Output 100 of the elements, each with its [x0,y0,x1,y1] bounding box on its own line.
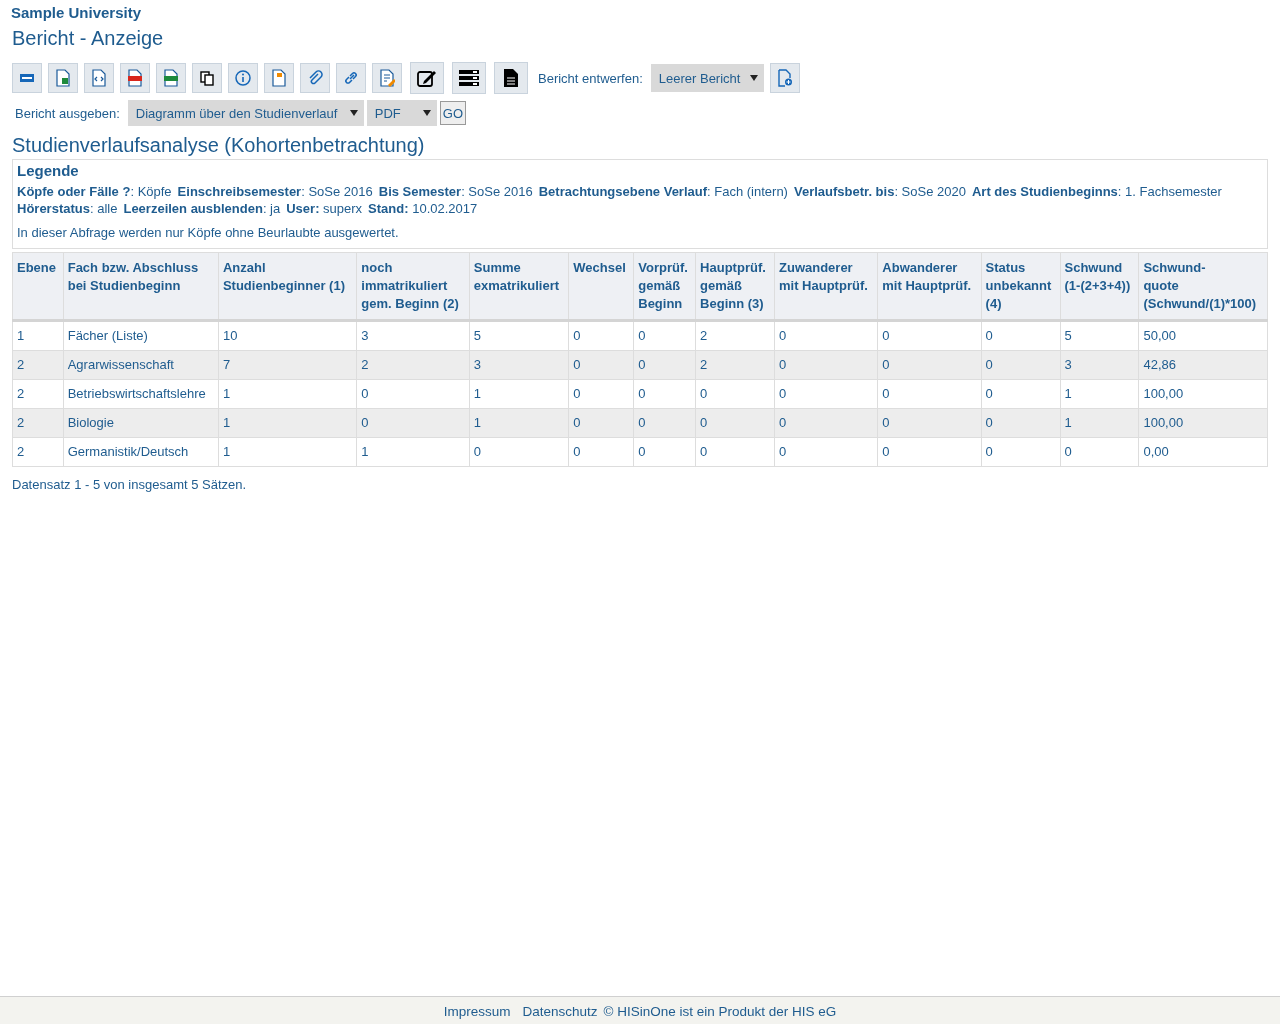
table-cell: 1 [1060,379,1139,409]
table-cell: 2 [12,350,64,380]
table-cell: 3 [356,320,470,351]
column-header: Status unbekannt (4) [981,252,1060,321]
table-cell: 10 [218,320,357,351]
table-cell: 1 [218,379,357,409]
table-cell: 0 [356,379,470,409]
caret-icon [349,110,358,116]
design-dropdown[interactable]: Leerer Bericht [650,64,765,92]
table-cell: Agrarwissenschaft [63,350,219,380]
document-icon [503,68,519,88]
add-document-icon [777,69,794,87]
toolbar-button[interactable] [410,62,444,94]
format-dropdown[interactable]: PDF [366,100,437,126]
table-cell: 2 [695,350,775,380]
table-cell: 0 [774,350,878,380]
spreadsheet-file-icon [55,69,71,87]
legend-entry: Leerzeilen ausblenden: ja [123,201,281,216]
paperclip-icon [307,70,323,86]
table-cell: 0 [774,408,878,438]
legend-entry: Hörerstatus: alle [17,201,118,216]
legend-entry: Art des Studienbeginns: 1. Fachsemester [971,184,1222,199]
footer-link[interactable]: Impressum [443,1004,511,1019]
csv-file-icon [163,69,179,87]
toolbar-button[interactable] [494,62,528,94]
table-cell: 0 [981,437,1060,467]
table-cell: 0 [568,437,634,467]
column-header: Schwund- quote (Schwund/(1)*100) [1138,252,1268,321]
table-cell: Betriebswirtschaftslehre [63,379,219,409]
legend-entry: Stand: 10.02.2017 [368,201,478,216]
column-header: noch immatrikuliert gem. Beginn (2) [356,252,470,321]
table-cell: 1 [356,437,470,467]
toolbar-button[interactable] [452,62,486,94]
link-icon [343,70,359,86]
output-label: Bericht ausgeben: [15,105,120,121]
footer-link[interactable]: Datenschutz [522,1004,598,1019]
table-cell: 0 [774,320,878,351]
go-button[interactable]: GO [439,101,467,125]
column-header: Summe exmatrikuliert [469,252,569,321]
column-header: Vorprüf. gemäß Beginn [633,252,696,321]
toolbar-button[interactable] [192,63,222,93]
page-title: Bericht - Anzeige [12,27,165,50]
column-header: Abwanderer mit Hauptprüf. [877,252,982,321]
table-cell: 1 [218,408,357,438]
table-cell: 0 [568,350,634,380]
table-cell: 0 [633,379,696,409]
table-cell: 0 [695,408,775,438]
legend-entry: Köpfe oder Fälle ?: Köpfe [17,184,172,199]
table-cell: 0 [981,379,1060,409]
column-header: Anzahl Studienbeginner (1) [218,252,357,321]
column-header: Schwund (1-(2+3+4)) [1060,252,1139,321]
record-count: Datensatz 1 - 5 von insgesamt 5 Sätzen. [12,477,248,492]
table-cell: 1 [469,408,569,438]
table-cell: 0 [877,408,982,438]
table-cell: 1 [218,437,357,467]
table-cell: Biologie [63,408,219,438]
table-cell: 0 [1060,437,1139,467]
document-pencil-icon [379,69,395,87]
table-cell: 2 [12,437,64,467]
table-cell: 0 [356,408,470,438]
table-cell: 2 [12,379,64,409]
table-cell: Germanistik/Deutsch [63,437,219,467]
table-cell: 1 [12,320,64,351]
table-cell: 7 [218,350,357,380]
legend-entry: User: superx [286,201,363,216]
column-header: Zuwanderer mit Hauptprüf. [774,252,878,321]
table-cell: 0 [568,379,634,409]
edit-icon [416,68,438,88]
table-cell: 0 [633,320,696,351]
column-header: Hauptprüf. gemäß Beginn (3) [695,252,775,321]
table-cell: 3 [1060,350,1139,380]
table-cell: 0 [981,350,1060,380]
column-header: Wechsel [568,252,634,321]
table-cell: 0 [774,437,878,467]
table-cell: 0,00 [1138,437,1268,467]
table-cell: 0 [568,408,634,438]
table-cell: 100,00 [1138,379,1268,409]
table-cell: 1 [469,379,569,409]
design-label: Bericht entwerfen: [538,70,643,86]
table-cell: 2 [695,320,775,351]
table-cell: 100,00 [1138,408,1268,438]
table-cell: 0 [877,320,982,351]
table-cell: 50,00 [1138,320,1268,351]
table-cell: 0 [774,379,878,409]
report-dropdown[interactable]: Diagramm über den Studienverlauf [127,100,364,126]
table-cell: 0 [695,437,775,467]
legend-entry: Bis Semester: SoSe 2016 [378,184,533,199]
legend-entry: Betrachtungsebene Verlauf: Fach (intern) [538,184,788,199]
table-cell: 1 [1060,408,1139,438]
pdf-file-icon [127,69,143,87]
table-cell: Fächer (Liste) [63,320,219,351]
caret-icon [422,110,431,116]
table-cell: 3 [469,350,569,380]
table-cell: 0 [981,320,1060,351]
table-cell: 5 [469,320,569,351]
table-cell: 0 [695,379,775,409]
table-cell: 42,86 [1138,350,1268,380]
code-file-icon [91,69,107,87]
table-cell: 0 [877,350,982,380]
table-cell: 5 [1060,320,1139,351]
